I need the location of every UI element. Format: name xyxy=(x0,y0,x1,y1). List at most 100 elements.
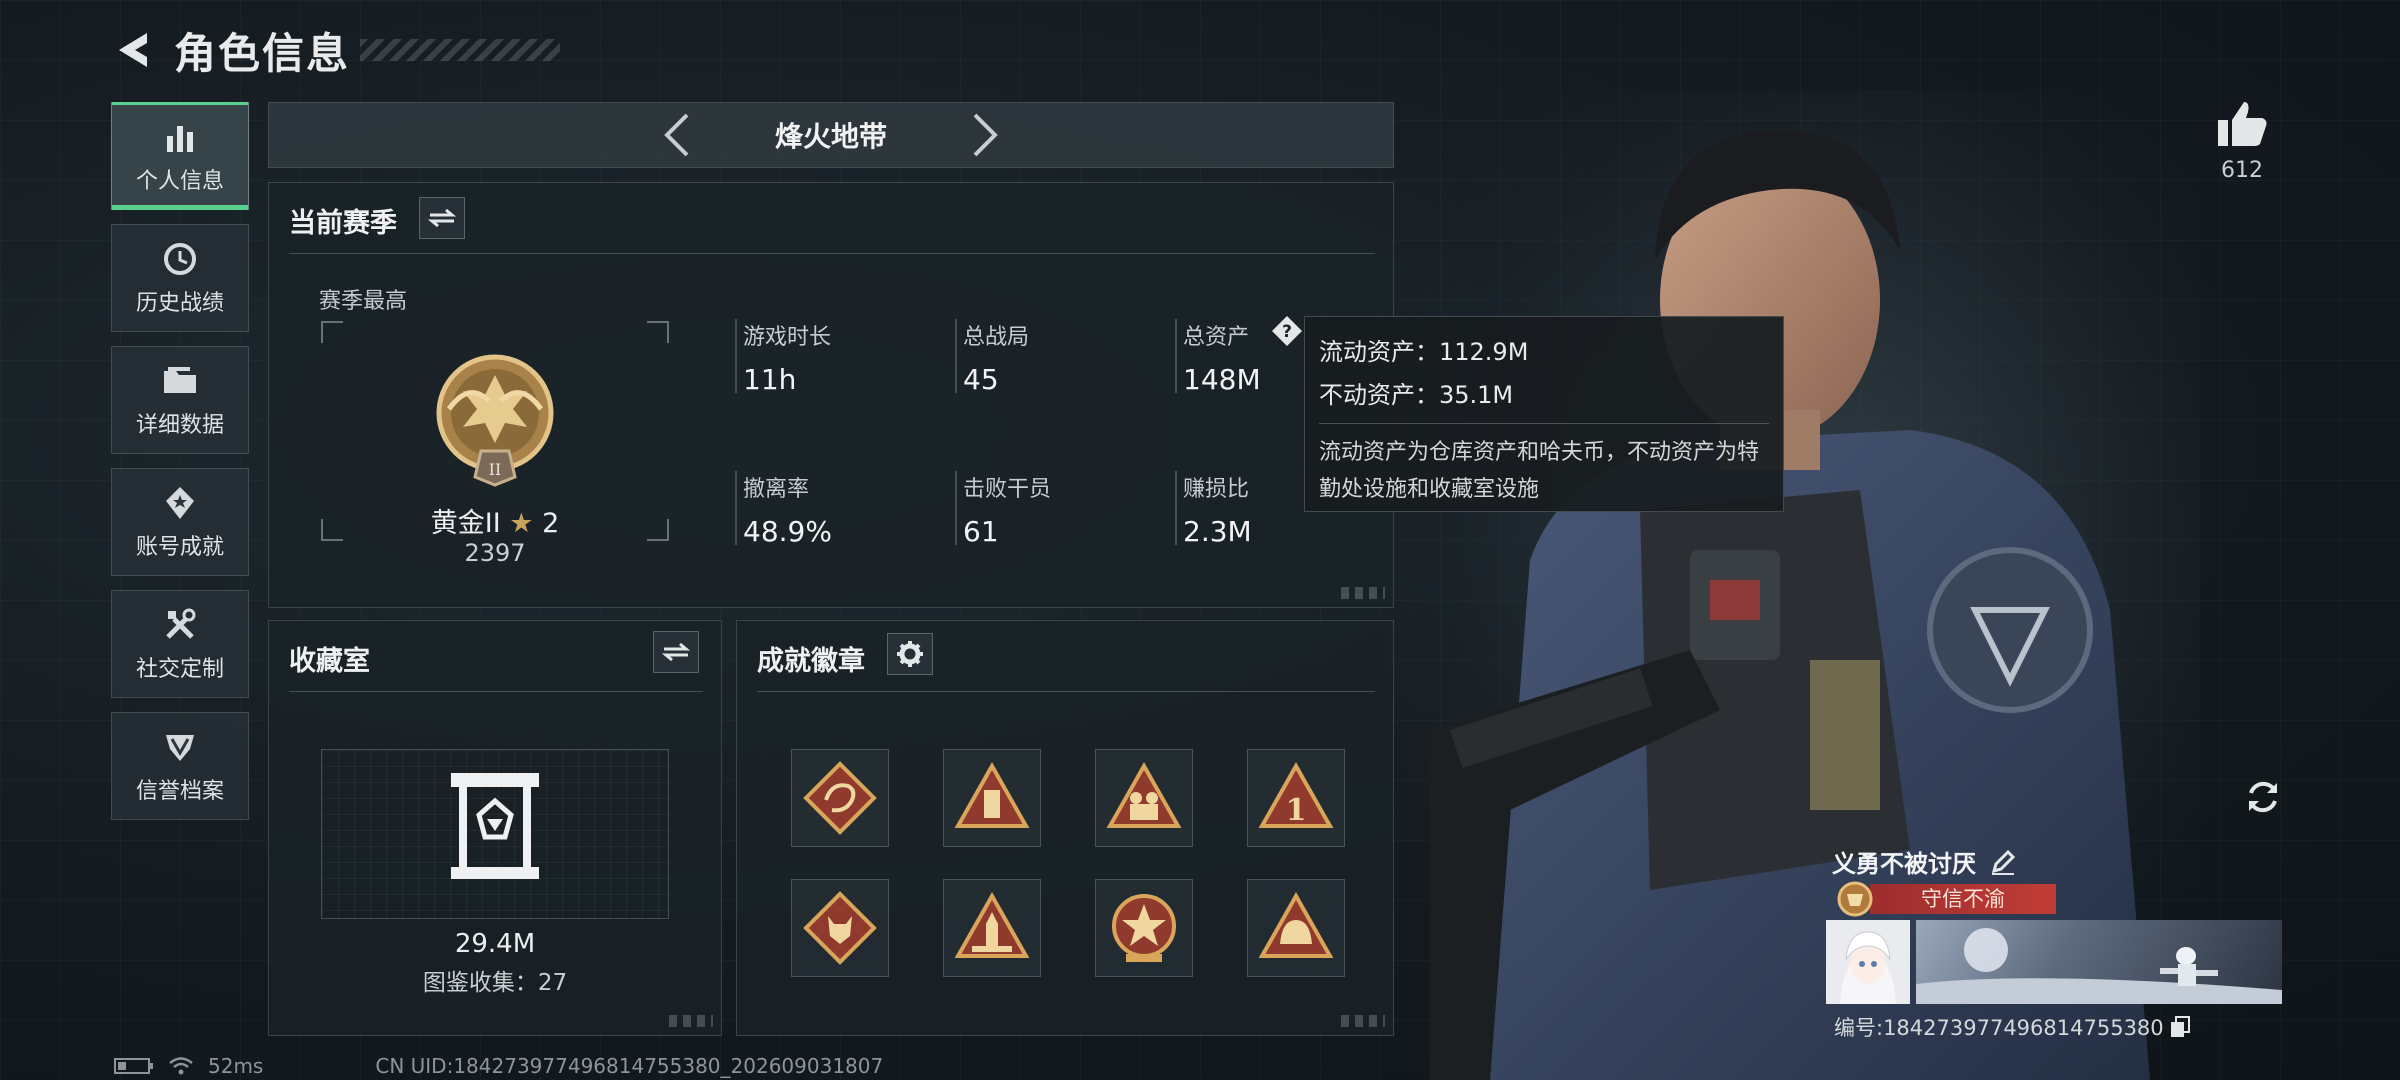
sidebar-item-details[interactable]: 详细数据 xyxy=(111,346,249,454)
rocket-badge-icon xyxy=(954,891,1030,958)
profile-banner[interactable] xyxy=(1916,920,2282,1004)
liquid-assets: 流动资产：112.9M xyxy=(1319,338,1529,366)
copy-id-button[interactable] xyxy=(2170,1016,2190,1038)
sidebar-item-label: 社交定制 xyxy=(135,657,224,682)
back-button[interactable] xyxy=(110,28,154,72)
title-emblem-icon xyxy=(1836,880,1874,918)
panel-corner-decoration xyxy=(1341,587,1385,599)
assets-note: 流动资产为仓库资产和哈夫币，不动资产为特勤处设施和收藏室设施 xyxy=(1319,440,1760,502)
history-clock-icon xyxy=(160,239,200,279)
panel-corner-decoration xyxy=(669,1015,713,1027)
back-arrow-icon xyxy=(119,33,147,67)
sidebar-item-credit[interactable]: 信誉档案 xyxy=(111,712,249,820)
sidebar-item-label: 账号成就 xyxy=(135,535,224,560)
dragon-badge[interactable] xyxy=(791,749,889,847)
sidebar-item-label: 详细数据 xyxy=(135,413,224,438)
banner-image xyxy=(1916,928,2282,1004)
chevron-left-icon xyxy=(664,113,689,157)
gold-rank-emblem-icon: II xyxy=(436,354,554,487)
header: 角色信息 xyxy=(110,20,561,80)
svg-text:1: 1 xyxy=(1286,793,1307,828)
wolf-badge-icon xyxy=(803,891,877,965)
rank-name: 黄金II ★ 2 xyxy=(430,508,560,539)
number-one-badge-icon: 1 xyxy=(1258,761,1334,828)
helmet-badge-icon xyxy=(1258,891,1334,958)
assets-help-button[interactable]: ? xyxy=(1269,313,1305,349)
sidebar-item-social[interactable]: 社交定制 xyxy=(111,590,249,698)
sidebar-item-label: 历史战绩 xyxy=(135,291,224,316)
collection-value: 29.4M xyxy=(454,929,536,959)
stat-total-assets: 总资产 148M xyxy=(1175,319,1261,396)
refresh-button[interactable] xyxy=(2238,772,2288,822)
player-id: 编号:1842739774968147553​80 xyxy=(1834,1016,2164,1040)
swap-icon xyxy=(662,642,690,662)
season-switch-button[interactable] xyxy=(419,197,465,239)
ping: 52ms xyxy=(208,1054,264,1078)
uid: CN UID:1842739774968147553​80_2026090318… xyxy=(375,1054,884,1078)
soldiers-badge-icon xyxy=(1106,761,1182,828)
refresh-icon xyxy=(2249,781,2277,813)
sidebar-item-achievements[interactable]: 账号成就 xyxy=(111,468,249,576)
title-decoration xyxy=(360,39,561,61)
credit-shield-icon xyxy=(160,727,200,767)
achievements-panel: 成就徽章 1 xyxy=(736,620,1394,1036)
edit-name-button[interactable] xyxy=(1990,849,2016,875)
folder-icon xyxy=(160,361,200,401)
collection-title: 收藏室 xyxy=(289,646,370,677)
number-one-badge[interactable]: 1 xyxy=(1247,749,1345,847)
collection-switch-button[interactable] xyxy=(653,631,699,673)
sidebar-item-personal-info[interactable]: 个人信息 xyxy=(111,102,249,210)
star-icon: ★ xyxy=(509,508,534,539)
player-name: 义勇不被讨厌 xyxy=(1832,850,1976,878)
sidebar: 个人信息 历史战绩 详细数据 账号成就 社交定制 信誉档案 xyxy=(111,102,249,834)
bar-chart-icon xyxy=(160,117,200,157)
avatar[interactable] xyxy=(1826,920,1910,1004)
helmet-badge[interactable] xyxy=(1247,879,1345,977)
next-mode-button[interactable] xyxy=(961,110,1011,160)
mode-selector: 烽火地带 xyxy=(268,102,1394,168)
display-case-icon xyxy=(451,773,539,879)
like-button[interactable] xyxy=(2214,96,2270,152)
rocket-badge[interactable] xyxy=(943,879,1041,977)
star-emblem-badge[interactable] xyxy=(1095,879,1193,977)
tools-icon xyxy=(160,605,200,645)
rank-stars: 2 xyxy=(542,508,560,539)
dragon-badge-icon xyxy=(803,761,877,835)
sidebar-item-label: 信誉档案 xyxy=(135,779,224,804)
svg-text:II: II xyxy=(489,460,502,479)
gear-icon xyxy=(897,641,923,667)
player-name-row: 义勇不被讨厌 xyxy=(1832,844,2016,879)
stat-kills: 击败干员 61 xyxy=(955,471,1051,548)
divider xyxy=(757,691,1375,692)
stat-play-time: 游戏时长 11h xyxy=(735,319,831,396)
tower-badge[interactable] xyxy=(943,749,1041,847)
achievements-settings-button[interactable] xyxy=(887,633,933,675)
like-count: 612 xyxy=(2221,158,2263,183)
swap-icon xyxy=(428,208,456,228)
soldiers-badge[interactable] xyxy=(1095,749,1193,847)
season-best-label: 赛季最高 xyxy=(319,289,408,314)
copy-icon xyxy=(2170,1016,2190,1037)
sidebar-item-history[interactable]: 历史战绩 xyxy=(111,224,249,332)
question-diamond-icon: ? xyxy=(1272,316,1302,346)
player-title-tag[interactable]: 守信不渝 xyxy=(1870,884,2056,914)
status-footer: 52ms CN UID:1842739774968147553​80_20260… xyxy=(114,1054,883,1078)
panel-corner-decoration xyxy=(1341,1015,1385,1027)
achievement-badge-icon xyxy=(160,483,200,523)
tower-badge-icon xyxy=(954,761,1030,828)
prev-mode-button[interactable] xyxy=(651,110,701,160)
collection-panel: 收藏室 29.4M 图鉴收集：27 xyxy=(268,620,722,1036)
thumbs-up-icon xyxy=(2218,102,2267,146)
rank-score: 2397 xyxy=(464,539,526,567)
star-emblem-badge-icon xyxy=(1112,894,1176,962)
svg-text:?: ? xyxy=(1282,322,1292,342)
battery-icon xyxy=(114,1058,153,1074)
wolf-badge[interactable] xyxy=(791,879,889,977)
chevron-right-icon xyxy=(973,113,998,157)
stat-total-matches: 总战局 45 xyxy=(955,319,1029,396)
wifi-icon xyxy=(169,1057,193,1075)
pencil-icon xyxy=(1991,849,2016,875)
stat-profit-ratio: 赚损比 2.3M xyxy=(1175,471,1252,548)
mode-name: 烽火地带 xyxy=(774,120,887,153)
avatar-image xyxy=(1826,920,1910,1004)
